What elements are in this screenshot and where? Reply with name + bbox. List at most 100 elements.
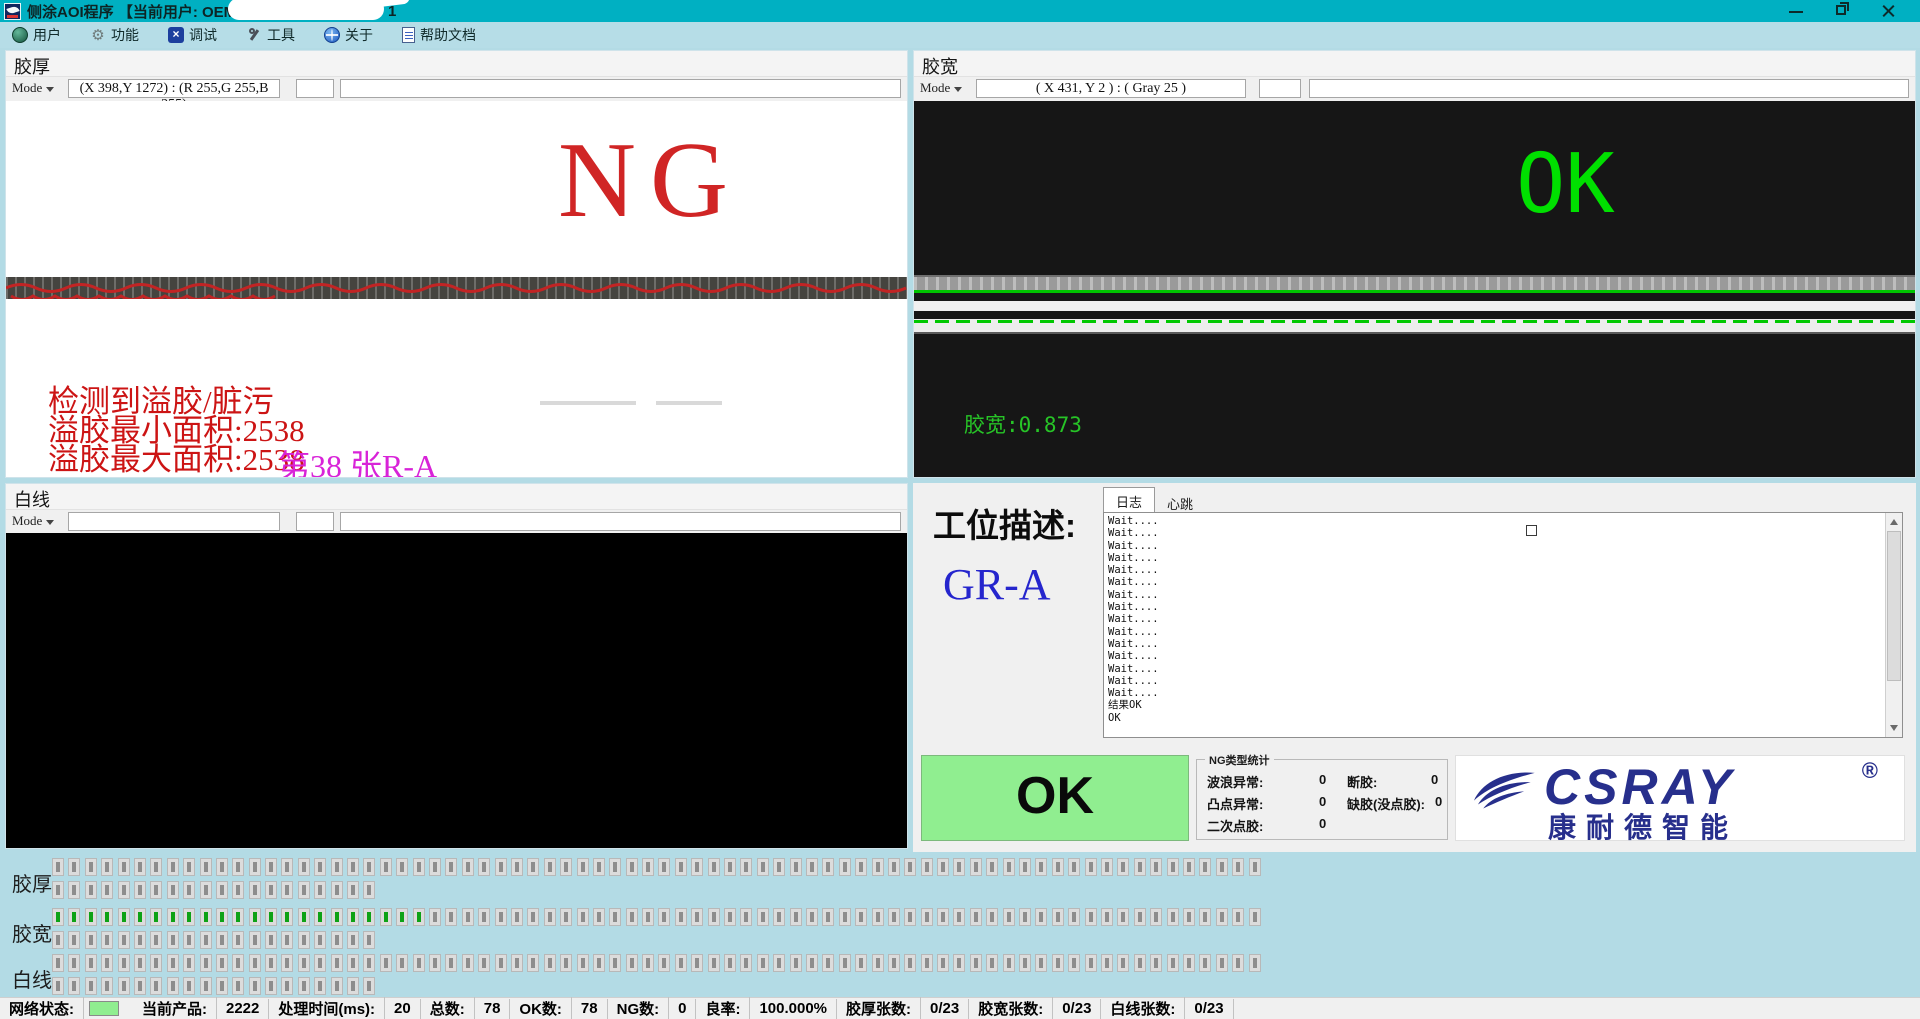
indicator-cell [872, 954, 884, 972]
indicator-cell [1150, 858, 1162, 876]
indicator-cell [150, 858, 162, 876]
indicator-cell [363, 908, 375, 926]
status-value: 2222 [217, 999, 269, 1019]
indicator-cell [200, 954, 212, 972]
indicator-cell [331, 977, 343, 995]
indicator-cell [970, 954, 982, 972]
ng-stat-label: 缺胶(没点胶): [1347, 794, 1425, 813]
scroll-up-icon[interactable] [1890, 519, 1898, 525]
indicator-cell [1134, 908, 1146, 926]
mode-dropdown[interactable]: Mode [12, 513, 64, 531]
white-line-image[interactable] [6, 533, 907, 848]
indicator-cell [134, 908, 146, 926]
overall-result-ok-button[interactable]: OK [921, 755, 1189, 841]
log-line: Wait.... [1108, 687, 1882, 699]
indicator-cell [85, 881, 97, 899]
indicator-cell [1035, 954, 1047, 972]
glue-width-image[interactable]: OK 胶宽:0.873 [914, 101, 1915, 477]
indicator-cell [511, 908, 523, 926]
indicator-cell [921, 858, 933, 876]
indicator-cell [396, 954, 408, 972]
indicator-cell [790, 954, 802, 972]
glue-thickness-image[interactable]: NG 检测到溢胶/脏污 溢胶最小面积:2538 溢胶最大面积:2538 第38 … [6, 101, 907, 477]
indicator-cell [1232, 858, 1244, 876]
indicator-cell [347, 977, 359, 995]
indicator-cell [331, 881, 343, 899]
indicator-cell [1068, 908, 1080, 926]
indicator-cell [1216, 858, 1228, 876]
close-button[interactable] [1866, 0, 1912, 22]
log-line: Wait.... [1108, 663, 1882, 675]
panel-glue-thickness-toolbar: Mode (X 398,Y 1272) : (R 255,G 255,B 255… [6, 76, 907, 100]
indicator-cell [380, 858, 392, 876]
indicator-cell [970, 858, 982, 876]
statusbar: 网络状态: 当前产品: 2222 处理时间(ms): 20 总数: 78 OK数… [0, 997, 1920, 1019]
tab-heartbeat[interactable]: 心跳 [1155, 490, 1205, 512]
indicator-cell [183, 858, 195, 876]
indicator-cell [675, 858, 687, 876]
indicator-row [52, 858, 1261, 876]
menu-item-tools[interactable]: 工具 [240, 23, 304, 47]
status-label: 胶厚张数: [837, 997, 921, 1019]
indicator-cell [167, 954, 179, 972]
defect-message-text: 检测到溢胶/脏污 溢胶最小面积:2538 溢胶最大面积:2538 [48, 387, 305, 474]
log-scrollbar[interactable] [1885, 513, 1902, 737]
menu-item-user[interactable]: 用户 [6, 23, 70, 47]
pixel-coordinate-readout [68, 512, 280, 531]
indicator-cell [658, 908, 670, 926]
tab-log[interactable]: 日志 [1103, 487, 1155, 512]
indicator-cell [1199, 908, 1211, 926]
indicator-cell [413, 954, 425, 972]
minimize-button[interactable] [1774, 0, 1820, 22]
scroll-down-icon[interactable] [1890, 725, 1898, 731]
toolbar-field-small [1259, 79, 1301, 98]
indicator-cell [134, 931, 146, 949]
indicator-cell [609, 908, 621, 926]
menu-item-about[interactable]: 关于 [318, 23, 382, 47]
menu-item-help-doc[interactable]: 帮助文档 [396, 23, 485, 47]
indicator-cell [281, 858, 293, 876]
scrollbar-thumb[interactable] [1887, 531, 1901, 681]
indicator-cell [52, 977, 64, 995]
ng-stat-value: 0 [1319, 772, 1326, 787]
ng-stat-value: 0 [1431, 772, 1438, 787]
mode-dropdown[interactable]: Mode [12, 80, 64, 98]
indicator-cell [691, 954, 703, 972]
ng-type-stats-group: NG类型统计 波浪异常: 0 凸点异常: 0 二次点胶: 0 断胶: 0 缺胶(… [1196, 759, 1448, 840]
status-value: 0/23 [921, 999, 969, 1019]
defect-squiggle-overlay [6, 277, 907, 299]
menu-item-functions[interactable]: ⚙ 功能 [84, 23, 148, 47]
toolbar-field-long [340, 79, 901, 98]
mode-dropdown[interactable]: Mode [920, 80, 972, 98]
indicator-cell [134, 881, 146, 899]
ng-stat-value: 0 [1435, 794, 1442, 809]
indicator-cell [560, 954, 572, 972]
indicator-cell [560, 858, 572, 876]
indicator-cell [1216, 954, 1228, 972]
indicator-cell [1134, 954, 1146, 972]
indicator-cell [380, 954, 392, 972]
status-label: 当前产品: [133, 997, 217, 1019]
indicator-cell [904, 858, 916, 876]
indicator-cell [118, 977, 130, 995]
indicator-cell [577, 858, 589, 876]
indicator-cell [1232, 954, 1244, 972]
indicator-cell [642, 858, 654, 876]
erased-mark [656, 401, 722, 405]
menu-item-debug[interactable]: × 调试 [162, 23, 226, 47]
toolbar-field-long [1309, 79, 1909, 98]
indicator-cell [101, 881, 113, 899]
indicator-cell [314, 858, 326, 876]
indicator-cell [462, 858, 474, 876]
indicator-cell [724, 908, 736, 926]
indicator-cell [478, 908, 490, 926]
status-label: 良率: [696, 997, 750, 1019]
log-checkbox[interactable] [1526, 525, 1537, 536]
ng-stat-label: 断胶: [1347, 772, 1377, 791]
indicator-row [52, 908, 1261, 926]
indicator-cell [1134, 858, 1146, 876]
indicator-cell [429, 908, 441, 926]
restore-button[interactable] [1820, 0, 1866, 22]
indicator-cell [1019, 908, 1031, 926]
app-window: 侧涂AOI程序 【当前用户: OEM】 编 1 用户 ⚙ 功能 × 调试 工具 [0, 0, 1920, 1019]
